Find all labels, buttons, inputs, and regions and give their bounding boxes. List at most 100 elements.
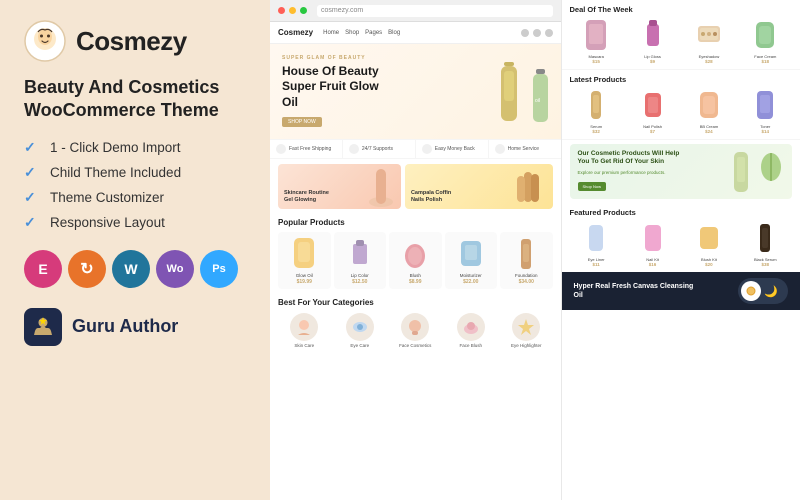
check-icon-3: ✓ [24,189,42,207]
cosm-cta: Shop Now [578,182,606,191]
product-img-1 [289,236,319,271]
banner-feature-3: Easy Money Back [416,140,489,158]
screen-right: Deal Of The Week Mascara $15 [562,0,800,500]
cosm-text: Our Cosmetic Products Will HelpYou To Ge… [578,150,680,194]
user-icon [533,29,541,37]
tech-icons: E ↻ W Wo Ps [24,250,246,288]
deal-img-2 [639,18,667,52]
categories-row: Skin Care Eye Care Face Cosmetics [278,313,553,348]
latest-product-2: Nail Polish $7 [626,88,679,134]
hero-products: oil [494,57,553,127]
wordpress-badge: W [112,250,150,288]
nav-home: Home [323,30,339,36]
hero-bottle-1 [494,57,524,127]
feature-item-1: ✓ 1 - Click Demo Import [24,139,246,157]
screen-left: cosmezy.com Cosmezy Home Shop Pages Blog [270,0,562,500]
dot-red [278,7,285,14]
feature-label-2: Child Theme Included [50,165,181,180]
logo-row: Cosmezy [24,20,246,62]
category-circle-4 [457,313,485,341]
featured-product-3: Blush Kit $20 [682,221,735,267]
author-label: Guru Author [72,316,178,337]
hero-bottle-2: oil [528,67,553,127]
feature-label-3: Theme Customizer [50,190,164,205]
banner-feature-2: 24/7 Supports [343,140,416,158]
hero-super: SUPER GLAM OF BEAUTY [282,55,392,61]
featured-product-2: Nail Kit $16 [626,221,679,267]
logo-text: Cosmezy [76,26,187,57]
logo-icon [24,20,66,62]
deal-products: Mascara $15 Lip Gloss $9 [570,18,793,64]
product-img-5 [511,236,541,271]
featured-product-1: Eye Liner $11 [570,221,623,267]
check-icon-4: ✓ [24,214,42,232]
cart-icon [545,29,553,37]
support-icon [349,144,359,154]
update-badge: ↻ [68,250,106,288]
svg-text:oil: oil [535,98,540,104]
category-circle-2 [346,313,374,341]
latest-title: Latest Products [570,75,793,84]
deal-product-4: Face Cream $18 [739,18,792,64]
search-icon [521,29,529,37]
feature-item-2: ✓ Child Theme Included [24,164,246,182]
promo-img-1 [364,164,399,209]
popular-product-2: Lip Color $12.50 [334,232,387,289]
author-row: Guru Author [24,308,246,346]
dark-mode-toggle[interactable]: 🌙 [738,278,788,304]
dark-banner: Hyper Real Fresh Canvas Cleansing Oil 🌙 [562,272,800,310]
featured-product-4: Black Serum $38 [739,221,792,267]
banner-feature-4: Home Service [489,140,561,158]
category-circle-5 [512,313,540,341]
latest-product-1: Serum $32 [570,88,623,134]
cosmetic-banner: Our Cosmetic Products Will HelpYou To Ge… [570,144,793,199]
hero-cta: SHOP NOW [282,117,322,127]
banner-strip: Fast Free Shipping 24/7 Supports Easy Mo… [270,139,561,159]
woocommerce-badge: Wo [156,250,194,288]
product-img-2 [345,236,375,271]
promo-card-1: Skincare RoutineGel Glowing [278,164,401,209]
check-icon-1: ✓ [24,139,42,157]
latest-section: Latest Products Serum $32 [562,70,800,140]
deal-product-3: Eyeshadow $28 [682,18,735,64]
hero-text: SUPER GLAM OF BEAUTY House Of Beauty Sup… [282,55,392,129]
latest-img-1 [582,88,610,122]
right-panel: cosmezy.com Cosmezy Home Shop Pages Blog [270,0,800,500]
elementor-badge: E [24,250,62,288]
popular-product-3: Blush $8.99 [389,232,442,289]
latest-img-3 [695,88,723,122]
featured-img-1 [582,221,610,255]
site-logo: Cosmezy [278,28,313,37]
photoshop-badge: Ps [200,250,238,288]
featured-img-4 [751,221,779,255]
deal-img-1 [582,18,610,52]
author-icon [24,308,62,346]
cosm-title: Our Cosmetic Products Will HelpYou To Ge… [578,150,680,167]
featured-products: Eye Liner $11 Nail Kit $16 [570,221,793,267]
toggle-on-state [741,281,761,301]
check-icon-2: ✓ [24,164,42,182]
nav-shop: Shop [345,30,359,36]
dot-green [300,7,307,14]
latest-product-3: BB Cream $24 [682,88,735,134]
category-1: Skin Care [278,313,331,348]
dot-yellow [289,7,296,14]
feature-item-3: ✓ Theme Customizer [24,189,246,207]
site-nav: Home Shop Pages Blog [323,30,400,36]
promo-text-2: Campala CoffinNails Polish [411,190,451,204]
latest-img-2 [639,88,667,122]
feature-label-1: 1 - Click Demo Import [50,140,181,155]
category-5: Eye Highlighter [500,313,553,348]
browser-bar: cosmezy.com [270,0,561,22]
deal-section: Deal Of The Week Mascara $15 [562,0,800,70]
site-header: Cosmezy Home Shop Pages Blog [270,22,561,44]
featured-title: Featured Products [570,208,793,217]
hero-title: House Of Beauty Super Fruit Glow Oil [282,64,392,111]
deal-img-4 [751,18,779,52]
promo-text-1: Skincare RoutineGel Glowing [284,190,329,204]
featured-section: Featured Products Eye Liner $11 Nail Kit [562,203,800,272]
nav-blog: Blog [388,30,400,36]
category-circle-3 [401,313,429,341]
dark-title: Hyper Real Fresh Canvas Cleansing Oil [574,282,694,300]
deal-img-3 [695,18,723,52]
